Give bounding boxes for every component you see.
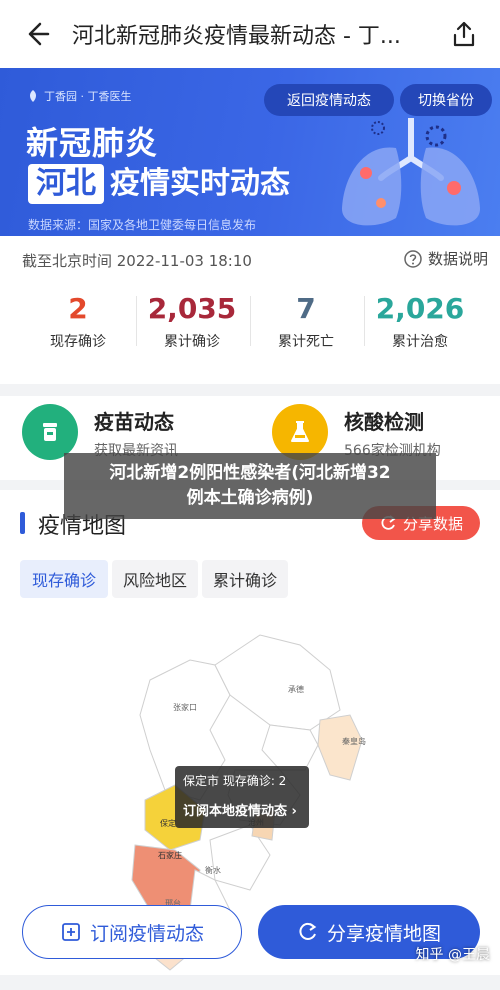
- city-label-hengshui: 衡水: [205, 865, 221, 875]
- data-note-button[interactable]: 数据说明: [404, 248, 488, 269]
- caption-line-2: 例本土确诊病例): [186, 488, 314, 508]
- app-header: 河北新冠肺炎疫情最新动态 - 丁...: [0, 0, 500, 68]
- brand-logo: 丁香园 · 丁香医生: [26, 88, 132, 104]
- arrow-left-icon: [28, 22, 50, 46]
- share-button[interactable]: [428, 0, 500, 68]
- back-to-news-button[interactable]: 返回疫情动态: [264, 84, 394, 116]
- stat-label: 累计死亡: [278, 334, 334, 350]
- city-label-qinhuangdao: 秦皇岛: [342, 736, 366, 746]
- stats-card: 截至北京时间 2022-11-03 18:10 数据说明 2 现存确诊 2,03…: [0, 236, 500, 384]
- nucleic-title: 核酸检测: [344, 410, 424, 434]
- brand-text: 丁香园 · 丁香医生: [44, 90, 132, 103]
- tab-current-confirmed[interactable]: 现存确诊: [20, 560, 108, 598]
- page-title: 河北新冠肺炎疫情最新动态 - 丁...: [72, 24, 401, 49]
- tab-risk-areas[interactable]: 风险地区: [112, 560, 198, 598]
- clove-logo-icon: [30, 90, 36, 102]
- hero-banner: 丁香园 · 丁香医生 返回疫情动态 切换省份 新冠肺炎 河北 疫情实时动态 数据…: [0, 68, 500, 236]
- stat-value: 2,026: [375, 292, 465, 325]
- test-tube-icon: [272, 404, 328, 460]
- epidemic-map-card: 疫情地图 分享数据 现存确诊 风险地区 累计确诊 张家口 承德 秦皇岛 保定 沧…: [0, 490, 500, 975]
- add-bell-icon: [62, 923, 80, 941]
- city-label-baoding: 保定: [160, 818, 176, 828]
- stat-label: 累计确诊: [164, 334, 220, 350]
- stat-total-confirmed: 2,035 累计确诊: [136, 292, 248, 351]
- banner-title: 新冠肺炎: [26, 124, 159, 162]
- caption-line-1: 河北新增2例阳性感染者(河北新增32: [109, 463, 391, 483]
- tooltip-subscribe-link[interactable]: 订阅本地疫情动态 ›: [183, 800, 297, 819]
- tooltip-city-count: 保定市 现存确诊: 2: [183, 774, 287, 788]
- banner-subtitle: 疫情实时动态: [110, 166, 290, 201]
- city-label-shijiazhuang: 石家庄: [158, 850, 182, 860]
- help-icon: [404, 249, 422, 268]
- tab-total-confirmed[interactable]: 累计确诊: [202, 560, 288, 598]
- stat-label: 现存确诊: [50, 334, 106, 350]
- stat-current-confirmed: 2 现存确诊: [22, 292, 134, 351]
- share-icon: [453, 21, 475, 47]
- stat-label: 累计治愈: [392, 334, 448, 350]
- stat-value: 2: [68, 292, 88, 325]
- city-label-chengde: 承德: [288, 684, 304, 694]
- subscribe-label: 订阅疫情动态: [89, 922, 204, 945]
- vaccine-title: 疫苗动态: [94, 410, 174, 434]
- watermark: 知乎 @王晨: [415, 947, 490, 963]
- switch-province-button[interactable]: 切换省份: [400, 84, 492, 116]
- share-map-label: 分享疫情地图: [326, 922, 441, 945]
- data-source: 数据来源：国家及各地卫健委每日信息发布: [28, 218, 257, 232]
- stat-value: 7: [296, 292, 316, 325]
- stat-total-recovered: 2,026 累计治愈: [364, 292, 476, 351]
- vaccine-icon: [22, 404, 78, 460]
- map-tooltip[interactable]: 保定市 现存确诊: 2 订阅本地疫情动态 ›: [175, 766, 309, 828]
- share-refresh-icon: [299, 922, 317, 940]
- province-badge: 河北: [28, 164, 104, 204]
- as-of-time: 截至北京时间 2022-11-03 18:10: [22, 252, 252, 270]
- section-accent-bar: [20, 512, 25, 534]
- stat-value: 2,035: [147, 292, 237, 325]
- data-note-label: 数据说明: [427, 250, 488, 268]
- back-button[interactable]: [0, 0, 72, 68]
- news-caption-overlay: 河北新增2例阳性感染者(河北新增32 例本土确诊病例): [64, 453, 436, 519]
- stat-total-deaths: 7 累计死亡: [250, 292, 362, 351]
- subscribe-button[interactable]: 订阅疫情动态: [22, 905, 242, 959]
- lungs-illustration-icon: [341, 118, 481, 226]
- city-label-zhangjiakou: 张家口: [173, 702, 197, 712]
